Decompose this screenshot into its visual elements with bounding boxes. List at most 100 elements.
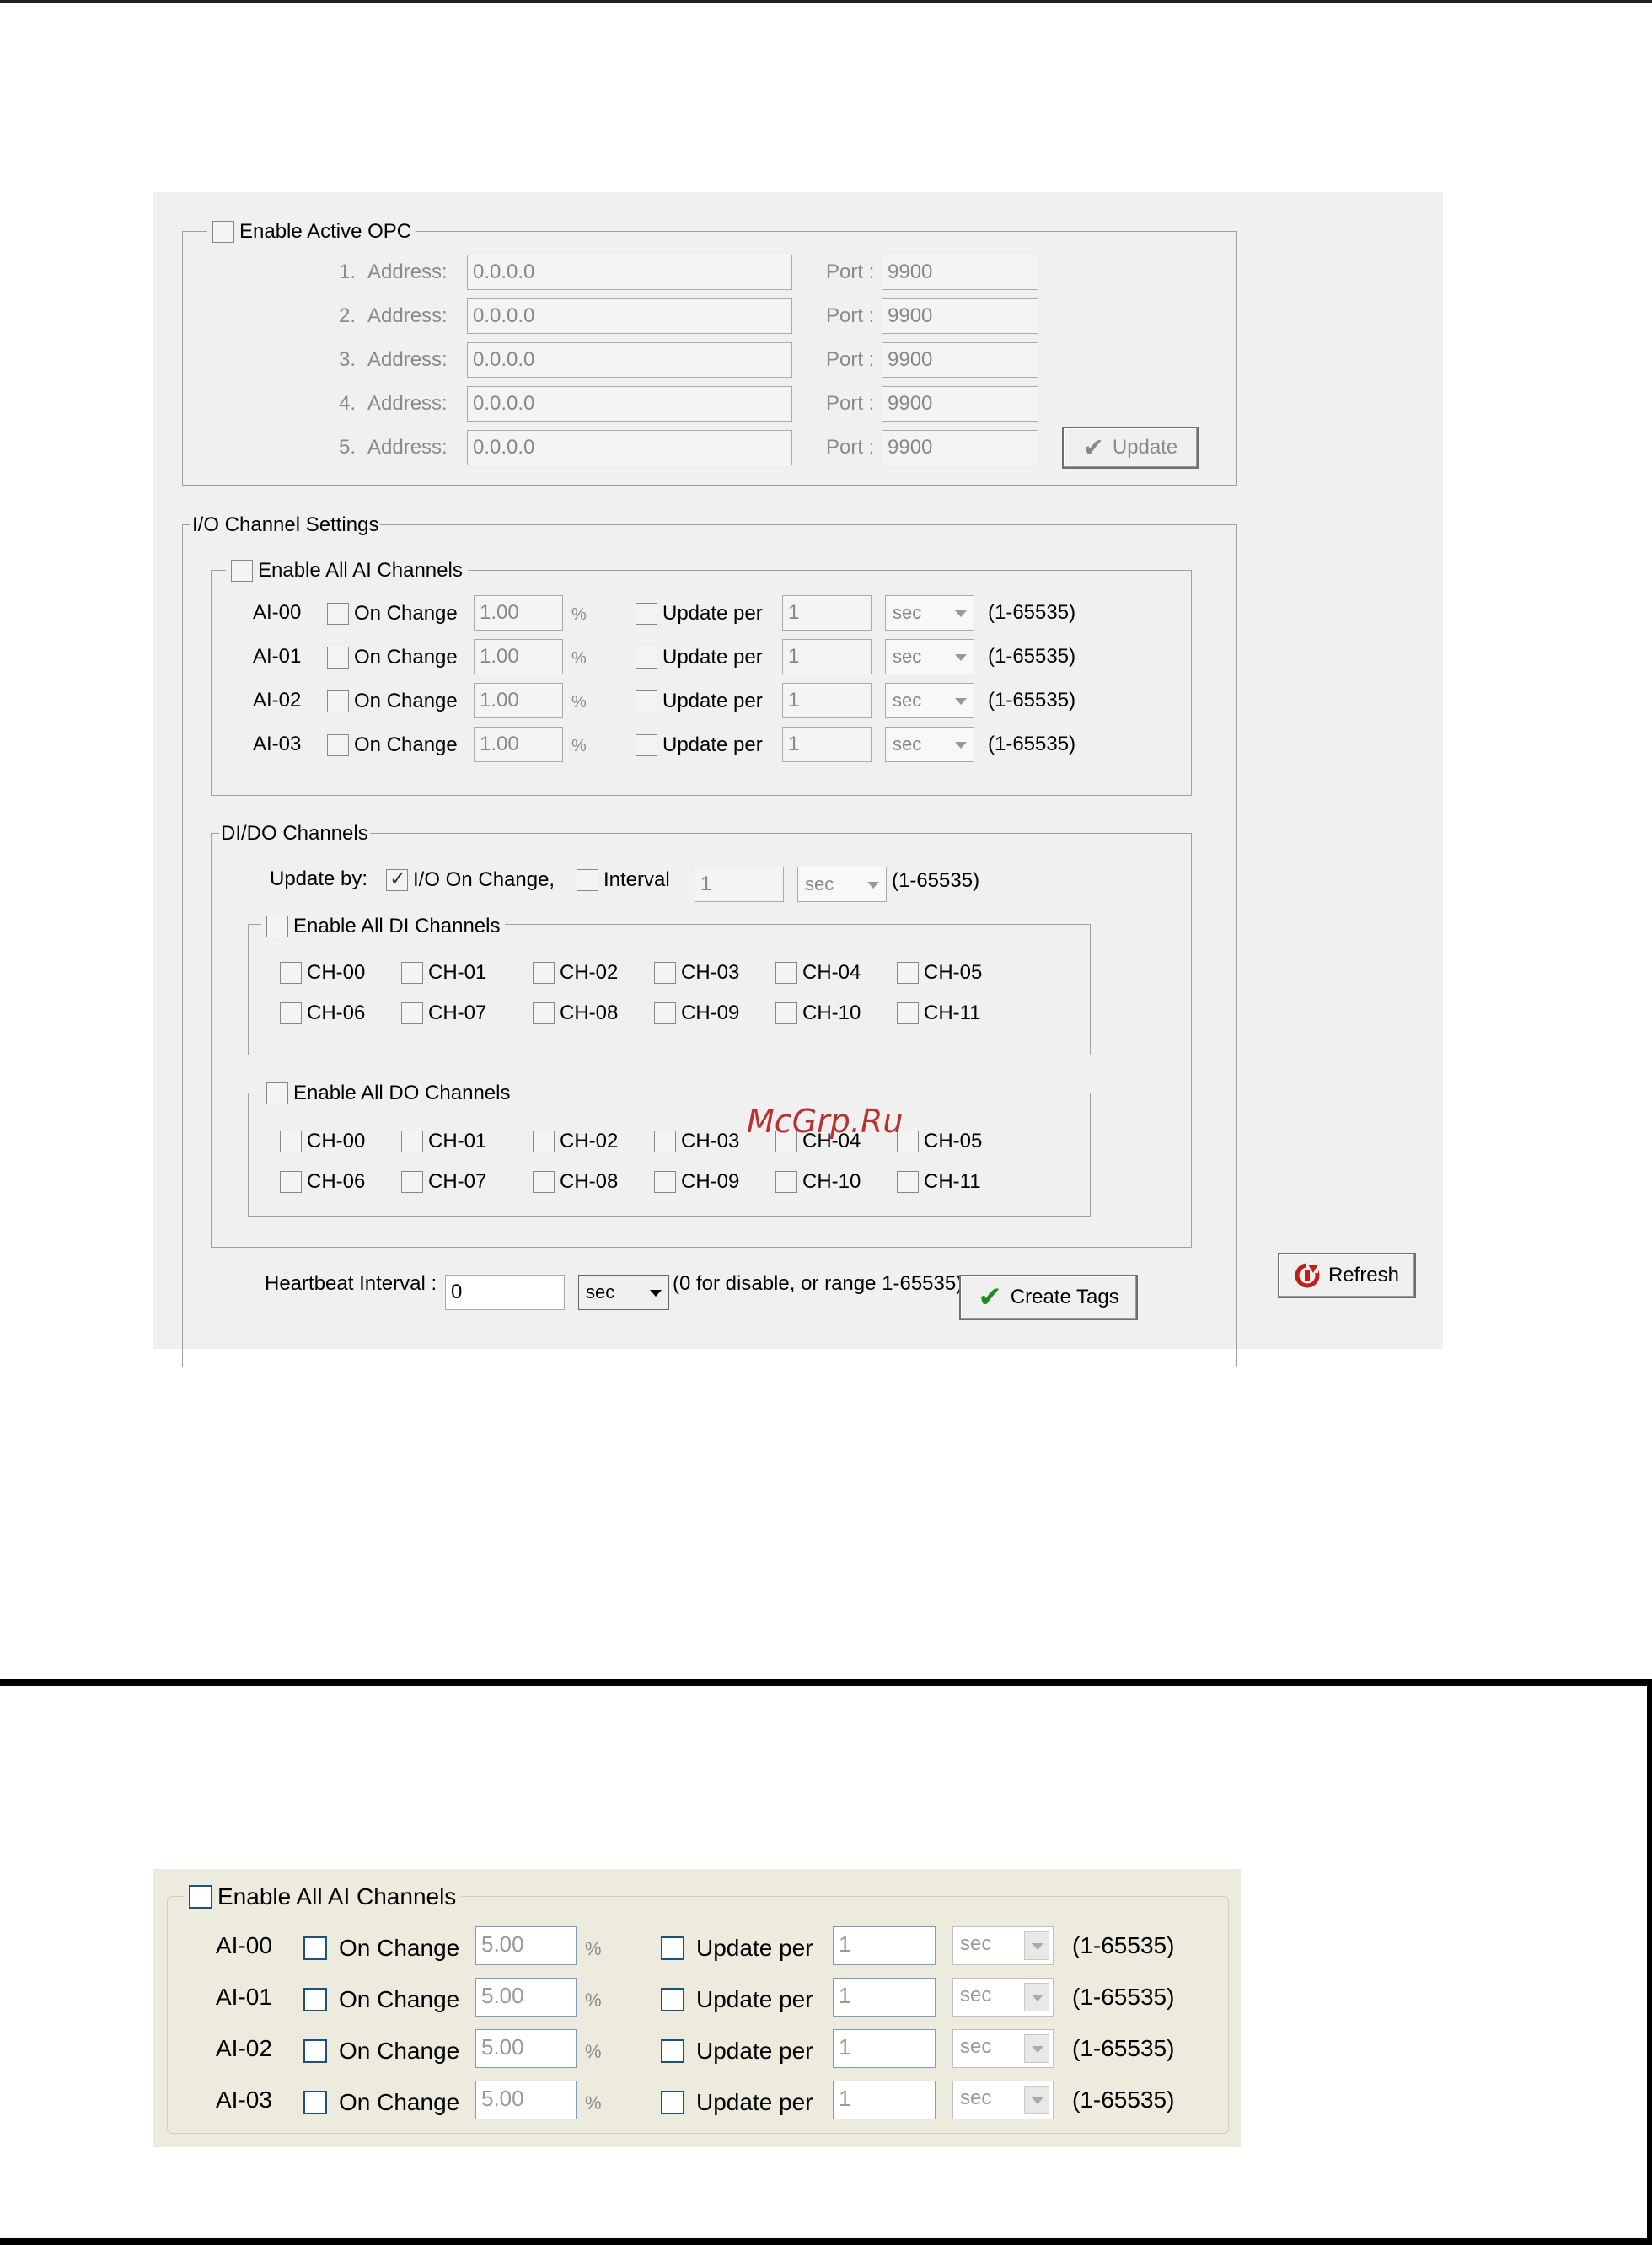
di-channel-option[interactable]: CH-03 [654, 961, 739, 985]
port-input[interactable]: 9900 [882, 255, 1038, 290]
threshold-input[interactable]: 1.00 [474, 595, 563, 631]
di-channel-option[interactable]: CH-05 [897, 961, 982, 985]
unit-select[interactable]: sec [952, 2081, 1054, 2119]
heartbeat-unit-select[interactable]: sec [578, 1275, 669, 1310]
interval-input[interactable]: 1 [782, 639, 872, 674]
on-change-option[interactable]: On Change [327, 602, 458, 626]
do-channel-option[interactable]: CH-05 [897, 1130, 982, 1153]
do-channel-option[interactable]: CH-03 [654, 1130, 739, 1153]
interval-input[interactable]: 1 [782, 727, 872, 762]
interval-unit-select[interactable]: sec [797, 867, 887, 902]
address-input[interactable]: 0.0.0.0 [467, 255, 792, 290]
unit-select[interactable]: sec [952, 1926, 1054, 1965]
update-per-checkbox[interactable] [636, 647, 657, 669]
do-channel-checkbox[interactable] [401, 1171, 423, 1193]
do-channel-checkbox[interactable] [401, 1131, 423, 1152]
do-channel-checkbox[interactable] [654, 1131, 676, 1152]
interval-checkbox[interactable] [577, 869, 598, 891]
di-channel-option[interactable]: CH-01 [401, 961, 486, 985]
do-channel-checkbox[interactable] [280, 1171, 302, 1193]
di-channel-checkbox[interactable] [280, 962, 302, 984]
di-channel-option[interactable]: CH-07 [401, 1002, 486, 1025]
di-channel-checkbox[interactable] [654, 962, 676, 984]
do-channel-option[interactable]: CH-06 [280, 1170, 365, 1194]
di-channel-checkbox[interactable] [775, 962, 797, 984]
unit-select[interactable]: sec [885, 727, 974, 762]
di-channel-option[interactable]: CH-04 [775, 961, 861, 985]
refresh-button[interactable]: Refresh [1278, 1253, 1416, 1298]
di-channel-checkbox[interactable] [533, 962, 555, 984]
do-channel-option[interactable]: CH-11 [897, 1170, 981, 1194]
unit-select[interactable]: sec [885, 683, 974, 718]
update-per-checkbox[interactable] [661, 1936, 684, 1960]
on-change-checkbox[interactable] [327, 690, 349, 712]
enable-active-opc-checkbox[interactable] [212, 221, 234, 243]
unit-select[interactable]: sec [885, 639, 974, 674]
on-change-checkbox[interactable] [303, 2039, 327, 2063]
on-change-checkbox[interactable] [303, 1936, 327, 1960]
create-tags-button[interactable]: ✔ Create Tags [959, 1275, 1138, 1320]
update-per-option[interactable]: Update per [636, 733, 763, 757]
threshold-input[interactable]: 1.00 [474, 639, 563, 674]
do-channel-checkbox[interactable] [775, 1171, 797, 1193]
do-channel-checkbox[interactable] [280, 1131, 302, 1152]
di-channel-checkbox[interactable] [897, 962, 919, 984]
on-change-option[interactable]: On Change [327, 646, 458, 669]
di-channel-option[interactable]: CH-11 [897, 1002, 981, 1025]
do-channel-checkbox[interactable] [654, 1171, 676, 1193]
interval-option[interactable]: Interval [577, 868, 670, 892]
on-change-checkbox[interactable] [303, 2091, 327, 2114]
interval-input[interactable]: 1 [833, 1978, 936, 2017]
update-button[interactable]: ✔ Update [1062, 427, 1199, 469]
di-channel-checkbox[interactable] [533, 1002, 555, 1024]
di-channel-checkbox[interactable] [280, 1002, 302, 1024]
interval-input[interactable]: 1 [833, 2029, 936, 2068]
on-change-checkbox[interactable] [327, 603, 349, 625]
on-change-option[interactable]: On Change [303, 1986, 459, 2013]
on-change-checkbox[interactable] [327, 647, 349, 669]
port-input[interactable]: 9900 [882, 298, 1038, 334]
interval-input[interactable]: 1 [782, 683, 872, 718]
di-channel-checkbox[interactable] [401, 1002, 423, 1024]
on-change-option[interactable]: On Change [303, 2089, 459, 2116]
on-change-option[interactable]: On Change [303, 2038, 459, 2065]
di-channel-option[interactable]: CH-00 [280, 961, 365, 985]
unit-select[interactable]: sec [952, 1978, 1054, 2017]
unit-select[interactable]: sec [952, 2029, 1054, 2068]
update-per-option[interactable]: Update per [661, 1935, 813, 1962]
address-input[interactable]: 0.0.0.0 [467, 386, 792, 422]
update-per-checkbox[interactable] [636, 734, 657, 756]
di-channel-option[interactable]: CH-08 [533, 1002, 618, 1025]
interval-input[interactable]: 1 [833, 1926, 936, 1965]
di-channel-option[interactable]: CH-09 [654, 1002, 739, 1025]
threshold-input[interactable]: 5.00 [475, 1926, 577, 1965]
interval-input[interactable]: 1 [782, 595, 872, 631]
update-per-checkbox[interactable] [661, 1988, 684, 2011]
port-input[interactable]: 9900 [882, 386, 1038, 422]
di-channel-checkbox[interactable] [897, 1002, 919, 1024]
interval-input[interactable]: 1 [695, 867, 784, 902]
update-per-option[interactable]: Update per [636, 646, 763, 669]
threshold-input[interactable]: 5.00 [475, 2029, 577, 2068]
io-on-change-checkbox[interactable] [386, 867, 408, 891]
do-channel-option[interactable]: CH-10 [775, 1170, 861, 1194]
di-channel-checkbox[interactable] [775, 1002, 797, 1024]
unit-select[interactable]: sec [885, 595, 974, 631]
update-per-option[interactable]: Update per [636, 602, 763, 626]
update-per-checkbox[interactable] [661, 2091, 684, 2114]
di-channel-option[interactable]: CH-06 [280, 1002, 365, 1025]
di-channel-checkbox[interactable] [401, 962, 423, 984]
threshold-input[interactable]: 1.00 [474, 727, 563, 762]
enable-all-do-checkbox[interactable] [266, 1082, 288, 1104]
on-change-checkbox[interactable] [327, 734, 349, 756]
io-on-change-option[interactable]: I/O On Change, [386, 867, 555, 892]
port-input[interactable]: 9900 [882, 342, 1038, 378]
heartbeat-interval-input[interactable]: 0 [445, 1275, 565, 1310]
do-channel-option[interactable]: CH-08 [533, 1170, 618, 1194]
update-per-checkbox[interactable] [636, 603, 657, 625]
di-channel-option[interactable]: CH-10 [775, 1002, 861, 1025]
on-change-option[interactable]: On Change [327, 690, 458, 713]
do-channel-option[interactable]: CH-01 [401, 1130, 486, 1153]
threshold-input[interactable]: 5.00 [475, 1978, 577, 2017]
enable-all-ai-checkbox[interactable] [231, 560, 253, 582]
